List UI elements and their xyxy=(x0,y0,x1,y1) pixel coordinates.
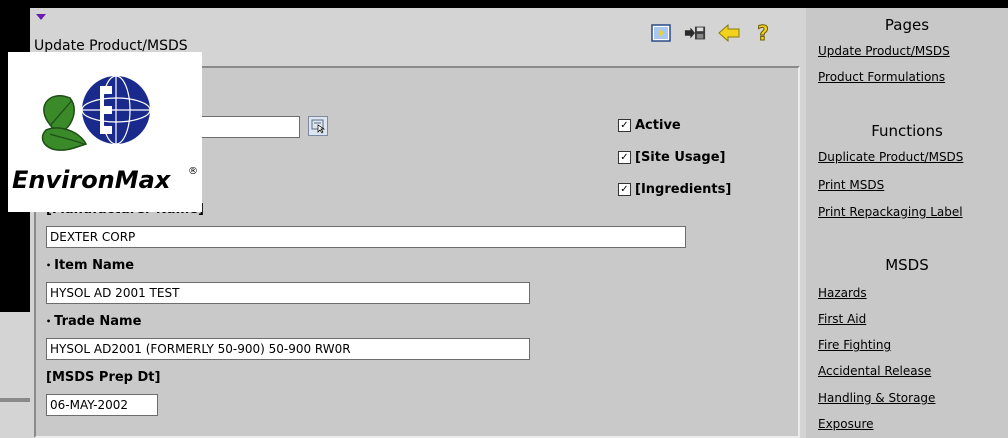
link-update-product[interactable]: Update Product/MSDS xyxy=(818,44,950,58)
link-duplicate-product[interactable]: Duplicate Product/MSDS xyxy=(818,150,963,164)
active-label: Active xyxy=(635,118,681,133)
link-print-msds[interactable]: Print MSDS xyxy=(818,178,884,192)
link-first-aid[interactable]: First Aid xyxy=(818,312,866,326)
trade-name-label-text: Trade Name xyxy=(54,314,142,329)
msds-heading: MSDS xyxy=(885,256,929,274)
help-glyph: ? xyxy=(757,21,770,46)
link-hazards[interactable]: Hazards xyxy=(818,286,867,300)
back-arrow-icon[interactable] xyxy=(718,22,740,44)
item-name-label-text: Item Name xyxy=(54,258,135,273)
functions-heading: Functions xyxy=(871,122,943,140)
pages-heading: Pages xyxy=(884,16,930,34)
lookup-button[interactable] xyxy=(308,116,328,136)
link-print-repackaging[interactable]: Print Repackaging Label xyxy=(818,205,963,219)
lookup-icon xyxy=(311,119,326,134)
environmax-logo: EnvironMax ® xyxy=(8,52,202,212)
logo-registered-mark: ® xyxy=(188,166,198,177)
collapse-arrow-icon[interactable] xyxy=(36,14,46,20)
link-product-formulations[interactable]: Product Formulations xyxy=(818,70,945,84)
ingredients-check: ✓ xyxy=(618,183,631,196)
ingredients-label: [Ingredients] xyxy=(635,182,732,197)
ingredients-checkbox[interactable]: ✓ [Ingredients] xyxy=(618,182,731,197)
required-marker: • xyxy=(46,317,52,326)
record-icon[interactable] xyxy=(650,22,672,44)
help-icon[interactable]: ? xyxy=(752,21,774,46)
prep-dt-input[interactable]: 06-MAY-2002 xyxy=(46,394,158,416)
prep-dt-label: [MSDS Prep Dt] xyxy=(46,370,161,385)
background-strip xyxy=(0,312,30,438)
item-name-label: • Item Name xyxy=(46,258,134,273)
site-usage-check: ✓ xyxy=(618,151,631,164)
trade-name-input[interactable]: HYSOL AD2001 (FORMERLY 50-900) 50-900 RW… xyxy=(46,338,530,360)
site-usage-checkbox[interactable]: ✓ [Site Usage] xyxy=(618,150,725,165)
background-divider xyxy=(0,398,30,402)
item-name-input[interactable]: HYSOL AD 2001 TEST xyxy=(46,282,530,304)
link-accidental-release[interactable]: Accidental Release xyxy=(818,364,931,378)
logo-brand-text: EnvironMax xyxy=(12,166,172,194)
product-id-input[interactable] xyxy=(196,116,300,138)
toolbar: ? xyxy=(650,21,774,46)
sidebar: Pages Update Product/MSDS Product Formul… xyxy=(806,8,1008,438)
site-usage-label: [Site Usage] xyxy=(635,150,726,165)
manufacturer-input[interactable]: DEXTER CORP xyxy=(46,226,686,248)
trade-name-label: • Trade Name xyxy=(46,314,141,329)
link-fire-fighting[interactable]: Fire Fighting xyxy=(818,338,891,352)
link-handling-storage[interactable]: Handling & Storage xyxy=(818,391,935,405)
active-checkbox[interactable]: ✓ Active xyxy=(618,118,681,133)
active-check: ✓ xyxy=(618,119,631,132)
required-marker: • xyxy=(46,261,52,270)
link-exposure[interactable]: Exposure xyxy=(818,417,874,431)
save-exit-icon[interactable] xyxy=(684,22,706,44)
